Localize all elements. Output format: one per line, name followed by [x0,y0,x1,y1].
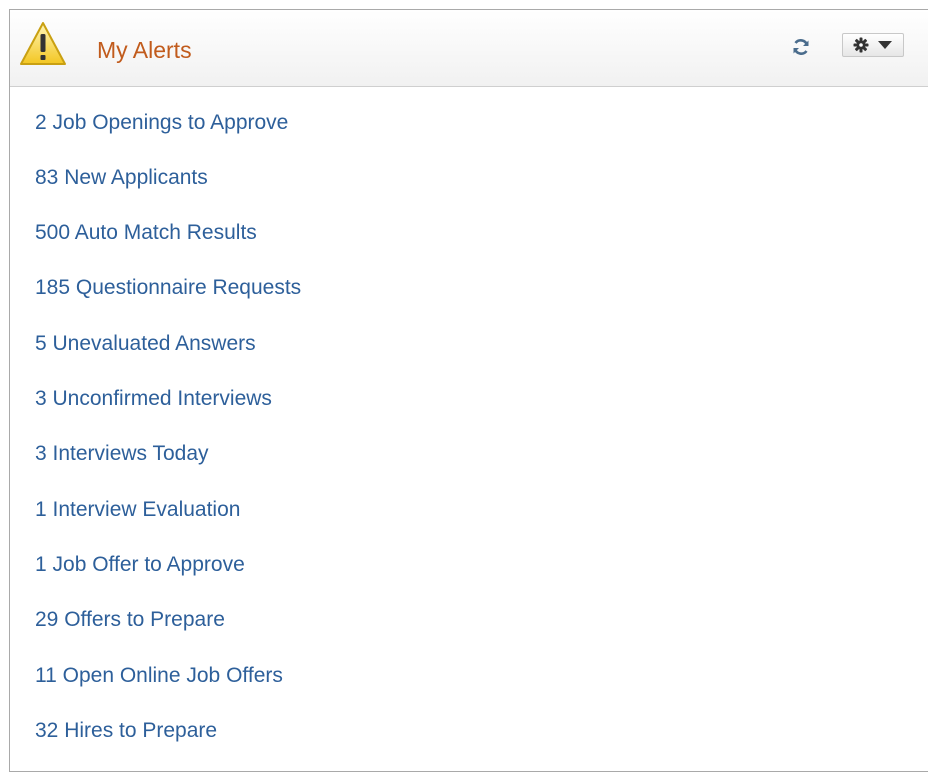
alert-link-offers-to-prepare[interactable]: 29 Offers to Prepare [35,607,225,633]
alert-link-questionnaire[interactable]: 185 Questionnaire Requests [35,275,301,301]
pagelet-title: My Alerts [97,37,192,63]
alert-link-unevaluated-answers[interactable]: 5 Unevaluated Answers [35,331,256,357]
gear-icon [853,37,869,53]
alert-link-job-openings[interactable]: 2 Job Openings to Approve [35,110,288,136]
alert-link-unconfirmed-interviews[interactable]: 3 Unconfirmed Interviews [35,386,272,412]
my-alerts-pagelet: My Alerts 2 Job Openings to Approve 83 N… [9,9,928,772]
warning-triangle-icon [20,22,66,65]
alert-link-online-job-offers[interactable]: 11 Open Online Job Offers [35,663,283,689]
alert-link-interviews-today[interactable]: 3 Interviews Today [35,441,209,467]
alert-link-job-offer-approve[interactable]: 1 Job Offer to Approve [35,552,245,578]
alert-link-new-applicants[interactable]: 83 New Applicants [35,165,208,191]
alert-link-interview-evaluation[interactable]: 1 Interview Evaluation [35,497,240,523]
pagelet-header: My Alerts [10,10,928,87]
actions-menu-button[interactable] [842,33,904,57]
alert-link-hires-to-prepare[interactable]: 32 Hires to Prepare [35,718,217,744]
chevron-down-icon [878,41,892,49]
alert-link-auto-match[interactable]: 500 Auto Match Results [35,220,257,246]
refresh-icon[interactable] [791,37,811,57]
